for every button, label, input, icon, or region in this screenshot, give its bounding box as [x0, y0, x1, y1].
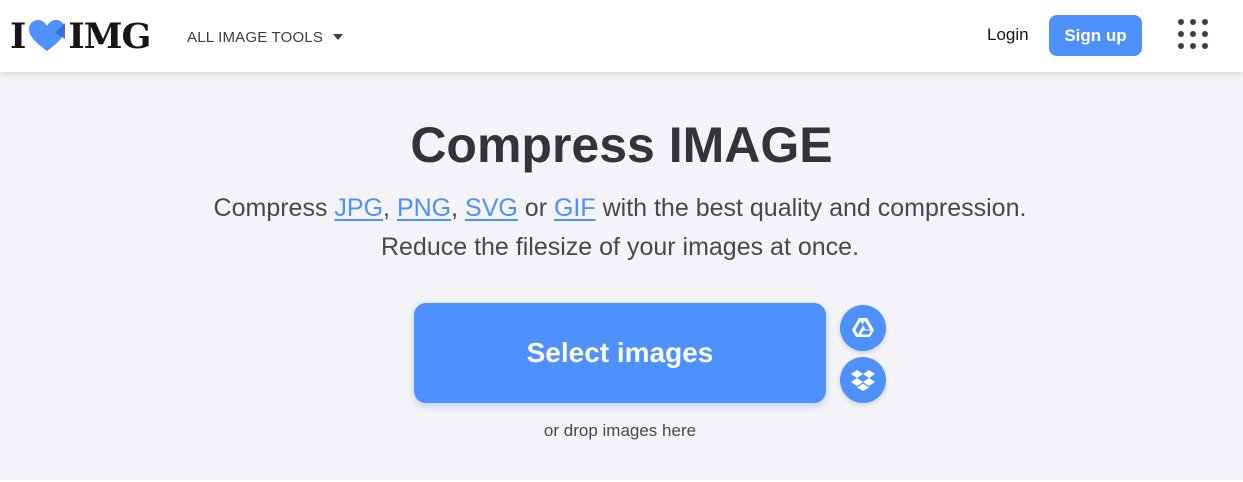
- png-link[interactable]: PNG: [397, 194, 451, 222]
- caret-down-icon: [333, 34, 344, 40]
- subtitle-line-2: Reduce the filesize of your images at on…: [380, 233, 860, 261]
- signup-button[interactable]: Sign up: [1049, 15, 1142, 56]
- svg-link[interactable]: SVG: [465, 194, 518, 222]
- drop-hint-text: or drop images here: [543, 421, 697, 440]
- heart-icon: [29, 20, 66, 51]
- login-link[interactable]: Login: [987, 25, 1029, 45]
- logo-text-i: I: [10, 15, 26, 57]
- logo-text-img: IMG: [68, 15, 151, 57]
- apps-grid-icon[interactable]: [1178, 19, 1212, 53]
- page-subtitle: Compress JPG, PNG, SVG or GIF with the b…: [0, 189, 1240, 267]
- dropbox-icon: [851, 370, 875, 391]
- page-title: Compress IMAGE: [410, 117, 833, 173]
- top-header: I IMG ALL IMAGE TOOLS Login Sign up: [0, 0, 1243, 72]
- subtitle-line-1: Compress JPG, PNG, SVG or GIF with the b…: [213, 194, 1027, 222]
- all-image-tools-label: ALL IMAGE TOOLS: [187, 28, 324, 46]
- gif-link[interactable]: GIF: [554, 194, 596, 222]
- google-drive-icon: [852, 318, 874, 337]
- select-images-button[interactable]: Select images: [414, 303, 826, 403]
- iloveimg-logo[interactable]: I IMG: [10, 15, 151, 57]
- all-image-tools-menu[interactable]: ALL IMAGE TOOLS: [187, 27, 344, 47]
- google-drive-button[interactable]: [840, 305, 886, 351]
- jpg-link[interactable]: JPG: [334, 194, 383, 222]
- dropbox-button[interactable]: [840, 357, 886, 403]
